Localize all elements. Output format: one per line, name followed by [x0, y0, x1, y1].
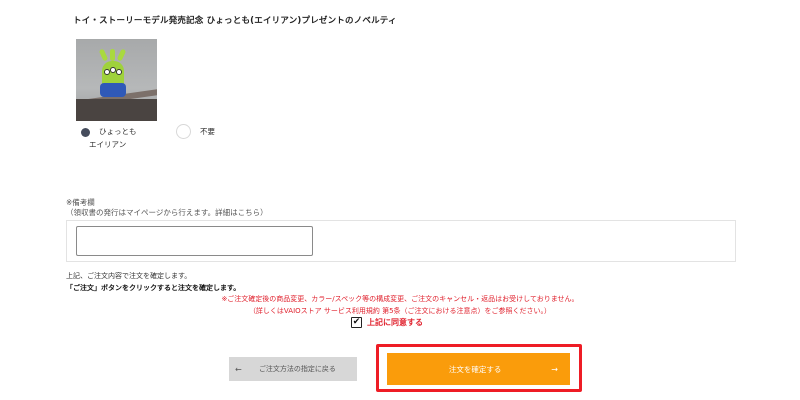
novelty-title: トイ・ストーリーモデル発売記念 ひょっとも(エイリアン)プレゼントのノベルティ	[73, 16, 397, 26]
alien-toy-image	[76, 39, 157, 121]
confirm-text-line1: 上記、ご注文内容で注文を確定します。	[66, 272, 192, 280]
terms-reference: （詳しくはVAIOストア サービス利用規約 第5条（ご注文における注意点）をご参…	[248, 307, 552, 315]
novelty-option-alien-radio[interactable]	[81, 128, 90, 137]
arrow-right-icon: →	[551, 364, 558, 374]
back-button-label: ご注文方法の指定に戻る	[258, 365, 336, 373]
novelty-option-alien-label: ひょっとも	[99, 125, 137, 138]
confirm-button-label: 注文を確定する	[448, 364, 502, 374]
remarks-label-line1: ※備考欄	[66, 198, 95, 207]
remarks-label: ※備考欄 （領収書の発行はマイページから行えます。詳細はこちら）	[66, 198, 268, 218]
remarks-textarea[interactable]	[76, 226, 313, 256]
cancellation-warning: ※ご注文確定後の商品変更、カラー/スペック等の構成変更、ご注文のキャンセル・返品…	[221, 295, 579, 303]
novelty-option-alien-label-line2: エイリアン	[89, 140, 127, 149]
check-icon: ✔	[352, 317, 361, 327]
confirm-order-button[interactable]: 注文を確定する →	[387, 353, 570, 385]
back-to-order-method-button[interactable]: ← ご注文方法の指定に戻る	[229, 357, 357, 381]
novelty-option-alien-label-line1: ひょっとも	[99, 127, 137, 136]
novelty-option-none-radio[interactable]	[176, 124, 191, 139]
confirm-text-line2: 「ご注文」ボタンをクリックすると注文を確定します。	[66, 284, 241, 292]
arrow-left-icon: ←	[235, 364, 242, 374]
agree-row[interactable]: ✔ 上記に同意する	[351, 317, 423, 328]
agree-label: 上記に同意する	[367, 318, 423, 327]
agree-checkbox[interactable]: ✔	[351, 317, 362, 328]
remarks-label-line2: （領収書の発行はマイページから行えます。詳細はこちら）	[66, 208, 268, 217]
novelty-option-none-label: 不要	[200, 127, 215, 136]
